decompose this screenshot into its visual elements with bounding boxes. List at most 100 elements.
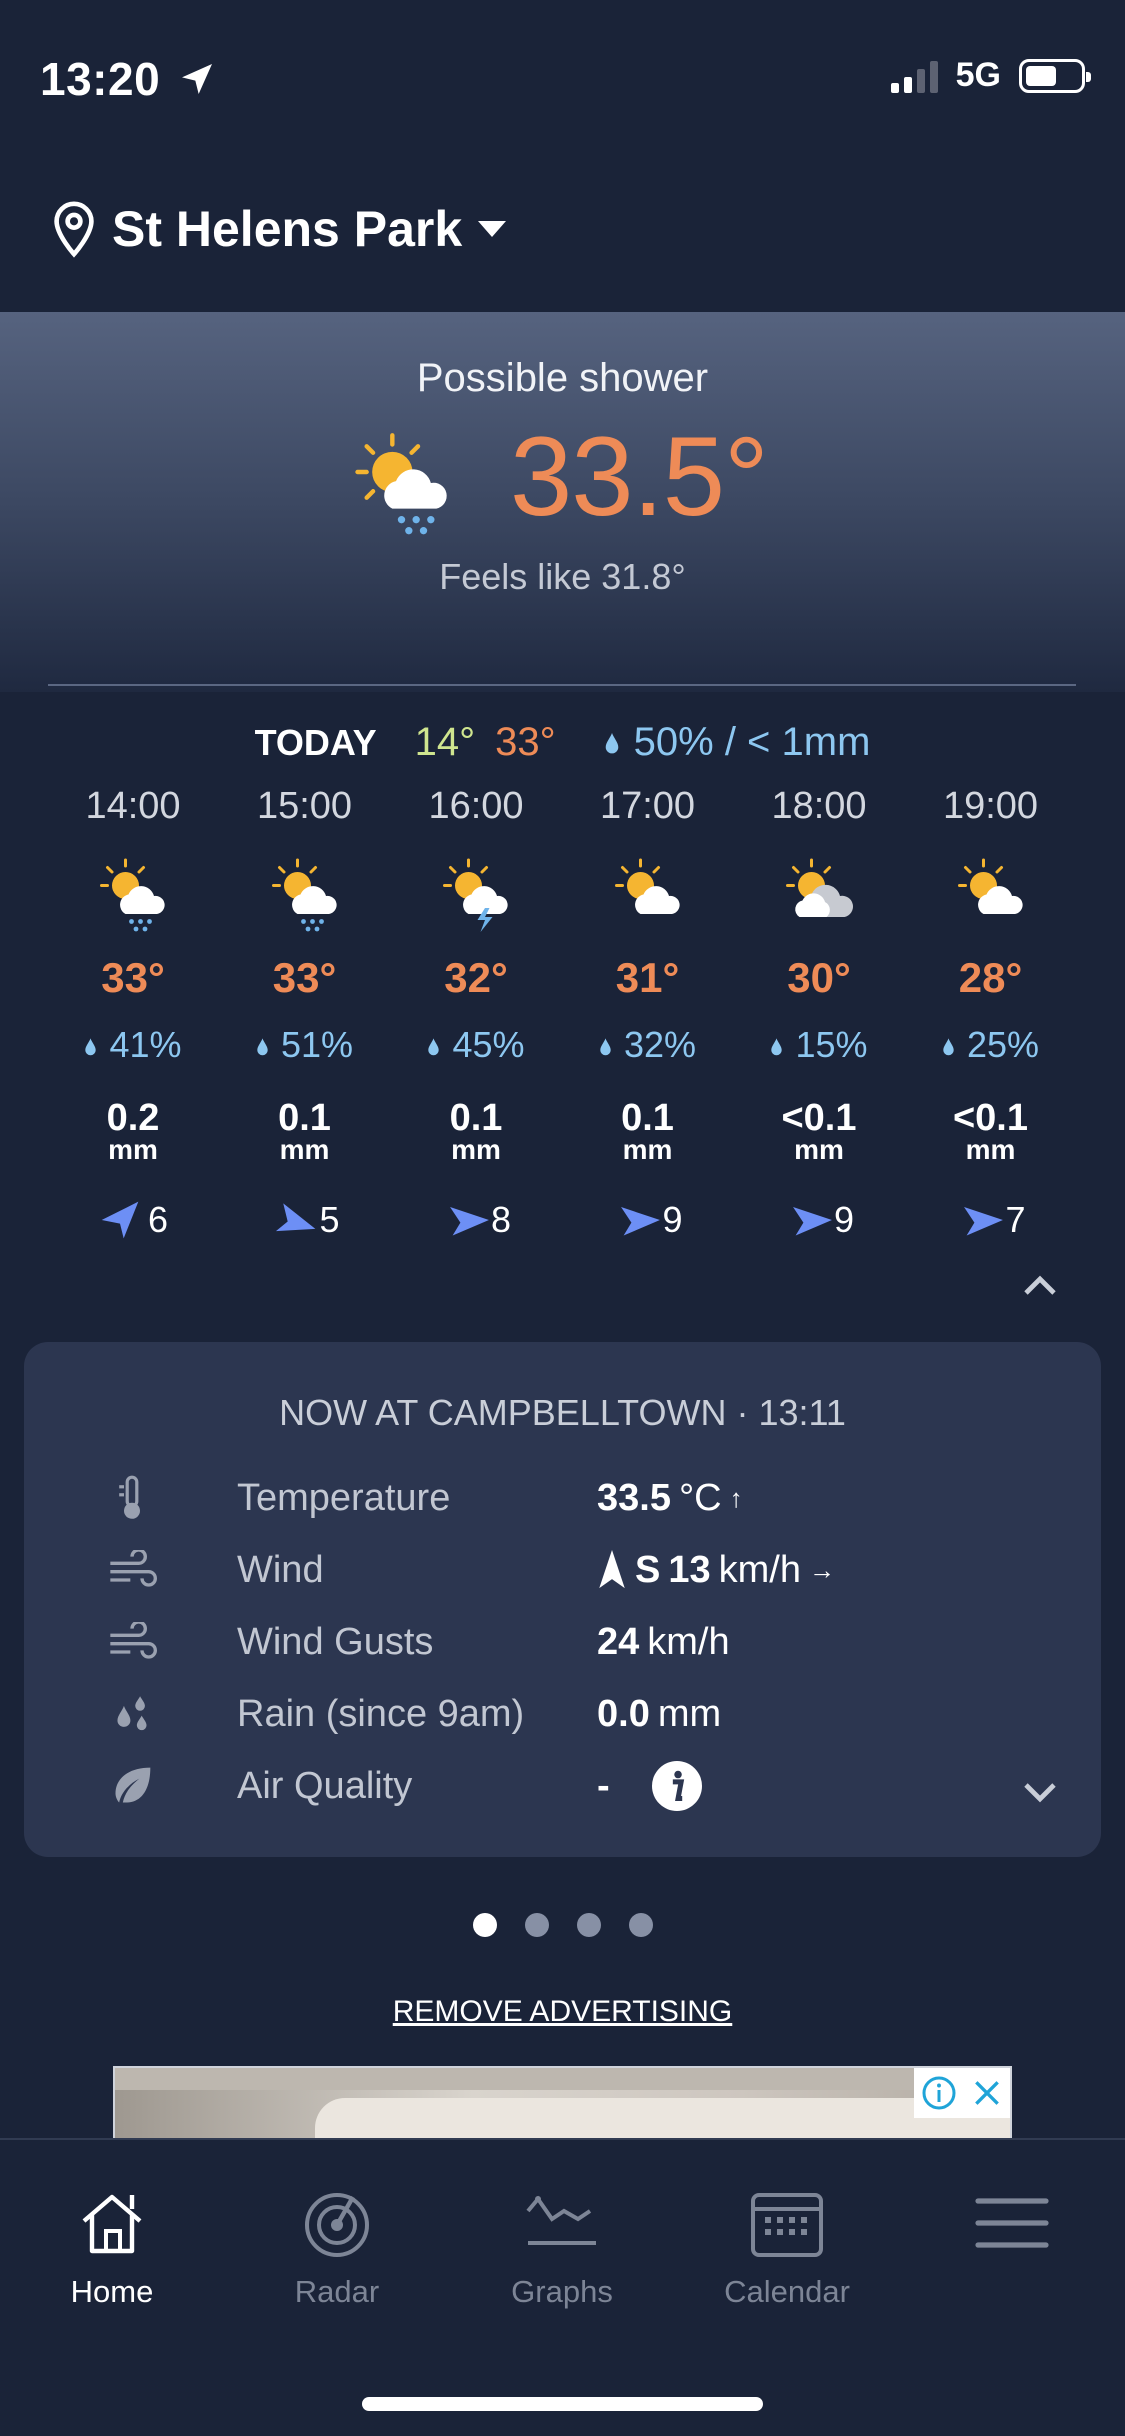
status-time: 13:20 (40, 52, 217, 106)
graph-icon (472, 2178, 652, 2268)
rain-drops-icon (92, 1693, 172, 1735)
hour-time: 16:00 (428, 785, 524, 827)
feels-like: Feels like 31.8° (439, 556, 686, 597)
hour-column: 15:00 33° 51% 0.1 mm 5 (220, 785, 390, 1242)
hour-rain-amount: 0.1 (278, 1097, 331, 1139)
remove-advertising-link[interactable]: REMOVE ADVERTISING (0, 1995, 1125, 2029)
tab-home[interactable]: Home (22, 2178, 202, 2310)
wind-direction-icon (599, 1550, 625, 1589)
today-summary: TODAY 14° 33° 50% / < 1mm (0, 720, 1125, 765)
hour-icon (906, 846, 1076, 946)
hour-rain-chance: 45% (391, 1024, 561, 1066)
page-indicator[interactable] (0, 1913, 1125, 1937)
advertisement-banner[interactable] (113, 2066, 1012, 2140)
hour-temp: 33° (272, 954, 337, 1001)
page-dot[interactable] (576, 1913, 601, 1937)
hour-wind: 9 (734, 1198, 904, 1242)
tab-label: Home (70, 2274, 154, 2309)
raindrop-icon (85, 1038, 97, 1056)
hour-time: 18:00 (771, 785, 867, 827)
status-indicators: 5G (890, 56, 1091, 95)
pin-icon (54, 201, 94, 258)
caret-down-icon (478, 221, 507, 237)
hour-wind: 7 (906, 1198, 1076, 1242)
wind-arrow-icon (793, 1207, 832, 1236)
obs-label: Wind (237, 1548, 324, 1591)
today-min: 14° (414, 720, 476, 764)
page-dot[interactable] (628, 1913, 653, 1937)
obs-label: Air Quality (237, 1764, 413, 1807)
tab-label: Radar (294, 2274, 380, 2309)
wind-arrow-icon (101, 1201, 139, 1239)
page-dot[interactable] (524, 1913, 549, 1937)
tab-graphs[interactable]: Graphs (472, 2178, 652, 2310)
raindrop-icon (605, 733, 618, 754)
chevron-up-icon[interactable] (1020, 1270, 1060, 1300)
raindrop-icon (600, 1038, 611, 1056)
current-temperature: 33.5° (510, 414, 769, 539)
hour-icon (220, 846, 390, 946)
page-dot[interactable] (472, 1913, 497, 1937)
hour-rain-amount: 0.1 (449, 1097, 503, 1139)
obs-label: Wind Gusts (237, 1620, 434, 1663)
hour-rain-amount: 0.1 (621, 1097, 674, 1139)
chevron-down-icon[interactable] (1020, 1776, 1060, 1806)
obs-value: 24 km/h (597, 1620, 730, 1663)
signal-icon (890, 59, 938, 93)
sun-cloud-rain-icon (271, 858, 337, 932)
hour-rain-unit: mm (794, 1134, 844, 1165)
hour-icon (563, 846, 733, 946)
menu-icon (922, 2178, 1102, 2268)
raindrop-icon (771, 1038, 783, 1056)
cloud-sun-icon (786, 858, 853, 917)
ad-controls[interactable] (914, 2068, 1010, 2118)
thermometer-icon (92, 1474, 172, 1522)
hour-rain-unit: mm (279, 1134, 330, 1165)
hour-rain-amount: 0.2 (106, 1097, 160, 1139)
hour-temp: 32° (444, 954, 508, 1001)
today-rain: 50% / < 1mm (604, 720, 870, 765)
hour-temp: 31° (615, 954, 680, 1001)
hour-wind: 5 (220, 1198, 390, 1242)
radar-icon (247, 2178, 427, 2268)
network-label: 5G (955, 56, 1001, 94)
obs-label: Rain (since 9am) (237, 1692, 525, 1735)
sun-cloud-icon (614, 858, 680, 914)
close-icon[interactable] (971, 2077, 1003, 2109)
hour-time: 15:00 (256, 785, 353, 827)
tab-label: Graphs (511, 2274, 613, 2309)
hour-rain-chance: 25% (906, 1024, 1076, 1066)
obs-label: Temperature (237, 1476, 451, 1519)
wind-arrow-icon (276, 1203, 316, 1232)
obs-row-rain: Rain (since 9am) 0.0 mm (92, 1684, 721, 1744)
hour-rain-chance: 51% (220, 1024, 390, 1066)
hour-column: 17:00 31° 32% 0.1 mm 9 (563, 785, 733, 1242)
info-icon[interactable] (651, 1761, 702, 1811)
sun-cloud-storm-icon (443, 858, 508, 932)
wind-arrow-icon (450, 1207, 489, 1236)
obs-row-temperature: Temperature 33.5 °C ↑ (92, 1468, 743, 1528)
battery-icon (1019, 58, 1091, 93)
leaf-icon (92, 1764, 172, 1808)
hour-rain-amount: <0.1 (952, 1097, 1029, 1139)
wind-arrow-icon (964, 1207, 1004, 1236)
hour-rain-unit: mm (108, 1134, 158, 1165)
calendar-icon (697, 2178, 877, 2268)
hour-rain-unit: mm (965, 1134, 1016, 1165)
location-selector[interactable]: St Helens Park (50, 200, 508, 258)
obs-value: 0.0 mm (597, 1692, 722, 1735)
hour-wind: 9 (563, 1198, 733, 1242)
hour-rain-chance: 32% (563, 1024, 733, 1066)
hour-wind: 6 (48, 1198, 218, 1242)
tab-menu[interactable] (922, 2178, 1102, 2274)
observations-title: NOW AT CAMPBELLTOWN · 13:11 (279, 1392, 846, 1433)
hour-rain-unit: mm (451, 1134, 501, 1165)
location-arrow-icon (182, 64, 213, 94)
tab-calendar[interactable]: Calendar (697, 2178, 877, 2310)
tab-radar[interactable]: Radar (247, 2178, 427, 2310)
today-max: 33° (495, 720, 556, 764)
hour-rain-amount: <0.1 (781, 1097, 857, 1139)
ad-info-icon[interactable] (921, 2075, 957, 2111)
hour-column: 19:00 28° 25% <0.1 mm 7 (906, 785, 1076, 1242)
obs-row-air-quality: Air Quality - (92, 1756, 702, 1816)
